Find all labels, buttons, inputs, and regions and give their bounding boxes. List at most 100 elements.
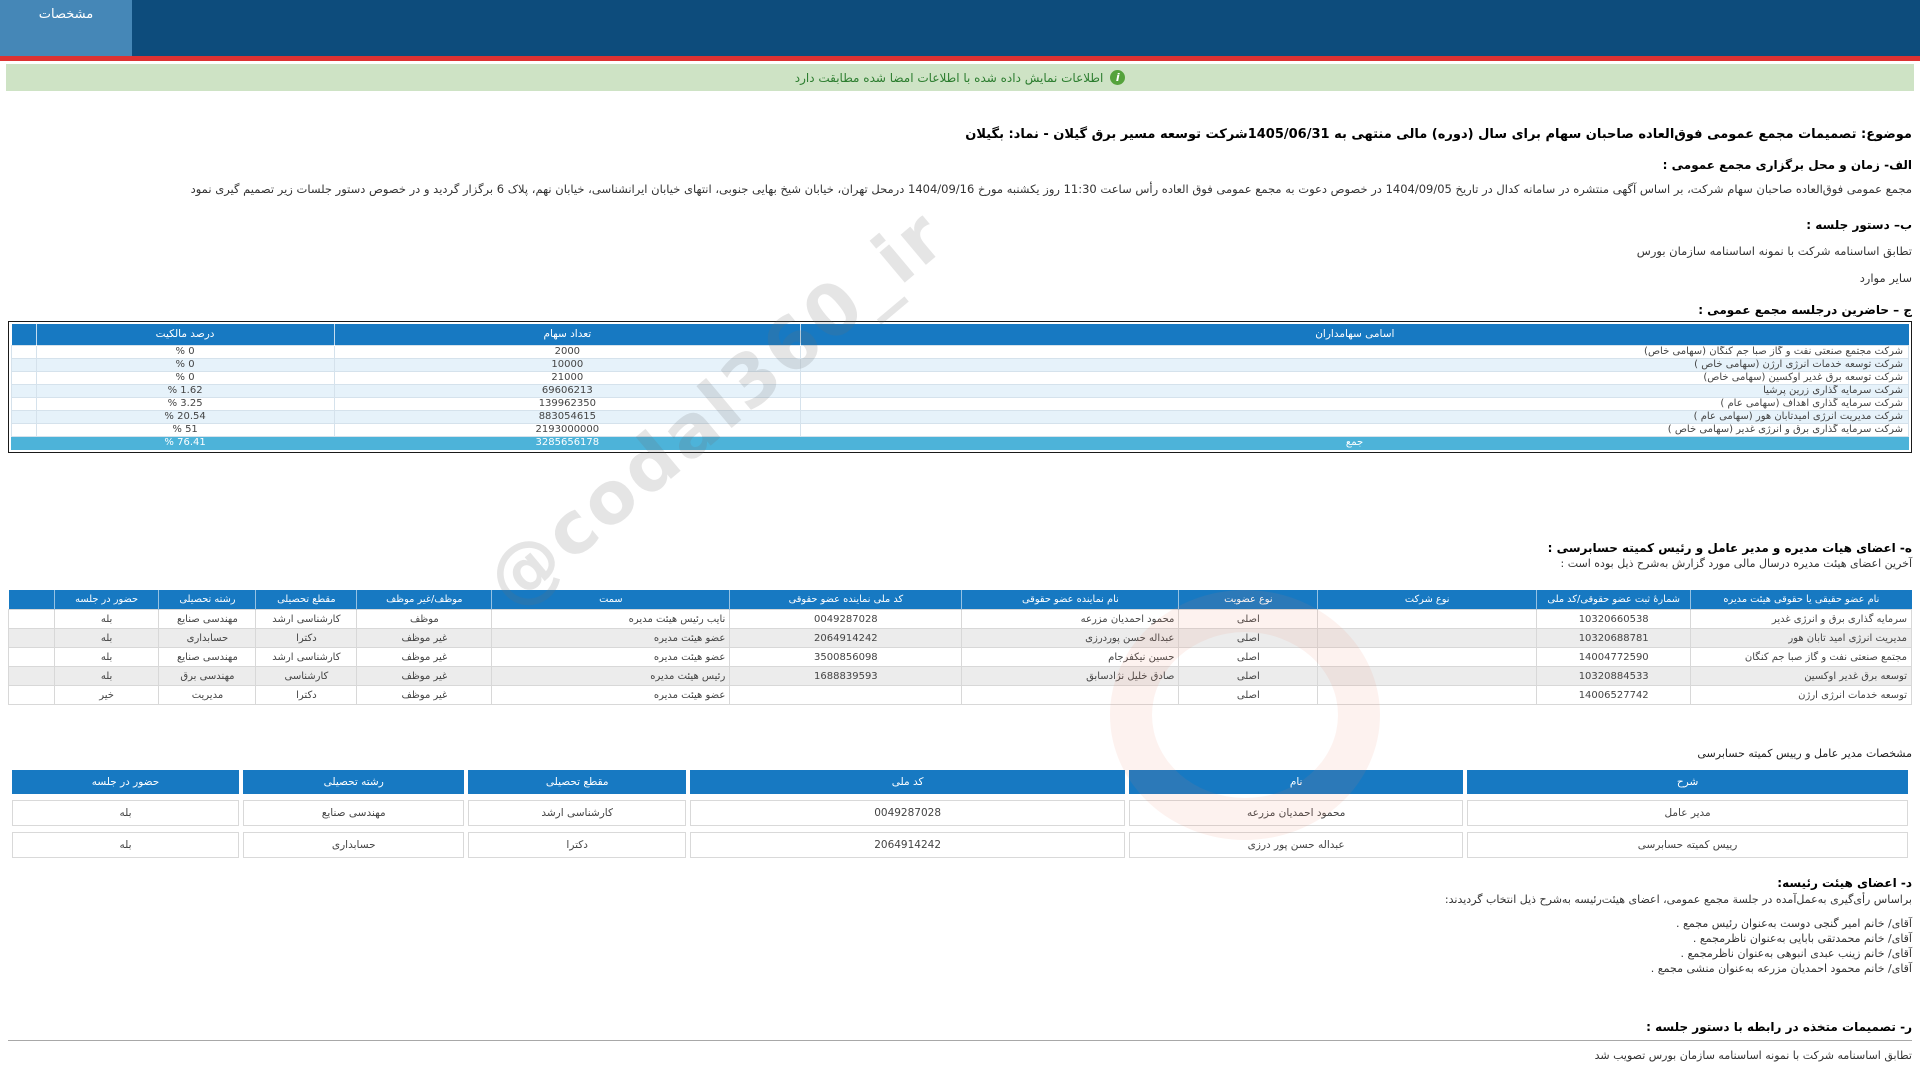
info-icon: i [1110,70,1126,85]
col-name: نام [1129,770,1464,794]
board-members-table: نام عضو حقیقی یا حقوقی هیئت مدیره شمارهٔ… [8,589,1912,705]
table-cell [1317,647,1538,667]
signature-match-banner: i اطلاعات نمایش داده شده با اطلاعات امضا… [6,64,1914,91]
section-d-subtitle: براساس رأی‌گیری به‌عمل‌آمده در جلسة مجمع… [1444,893,1912,906]
table-cell: صادق خلیل نژادسابق [961,666,1180,686]
agenda-item: سایر موارد [1859,271,1912,285]
table-cell: اصلی [1178,647,1319,667]
table-cell: شرکت سرمایه گذاری زرین پرشیا [800,383,1909,398]
table-cell [11,435,37,450]
table-cell: 10320688781 [1536,628,1692,648]
col-share-count: تعداد سهام [333,324,801,345]
table-cell: مدیریت [158,685,257,705]
table-cell: 883054615 [333,409,802,424]
table-cell: بله [53,628,160,648]
table-cell: 2000 [333,344,802,359]
table-cell: عضو هیئت مدیره [491,685,731,705]
table-cell: حسین نیکفرجام [961,647,1180,667]
table-cell: کارشناسی [255,666,358,686]
table-row: شرکت سرمایه گذاری برق و انرژی غدیر (سهام… [11,422,1909,437]
table-cell: مدیریت انرژی امید تابان هور [1690,628,1912,648]
agenda-item: تطابق اساسنامه شرکت با نمونه اساسنامه سا… [1636,244,1912,258]
managers-table-header: شرح نام کد ملی مقطع تحصیلی رشته تحصیلی ح… [12,770,1908,794]
board-table-header: نام عضو حقیقی یا حقوقی هیئت مدیره شمارهٔ… [8,589,1912,610]
table-cell: بله [53,609,160,629]
section-c-title: ج – حاضرین درجلسه مجمع عمومی : [1698,303,1912,317]
table-cell: 0049287028 [690,800,1126,826]
table-cell: مهندسی صنایع [158,647,257,667]
table-cell: اصلی [1178,666,1319,686]
table-cell: توسعه خدمات انرژی ارژن [1690,685,1912,705]
tab-specifications[interactable]: مشخصات [0,0,132,56]
table-cell [11,370,37,385]
table-cell: موظف [356,609,493,629]
table-cell: عضو هیئت مدیره [491,647,731,667]
table-cell: اصلی [1178,628,1319,648]
table-cell [1317,685,1538,705]
col-description: شرح [1467,770,1908,794]
table-cell: دکترا [255,628,358,648]
table-cell: سرمایه گذاری برق و انرژی غدیر [1690,609,1912,629]
table-cell: اصلی [1178,609,1319,629]
table-cell [1317,609,1538,629]
signature-match-text: اطلاعات نمایش داده شده با اطلاعات امضا ش… [794,70,1104,85]
table-cell: دکترا [255,685,358,705]
table-cell: 51 % [35,422,335,437]
table-cell: اصلی [1178,685,1319,705]
table-cell [11,409,37,424]
table-cell: 2193000000 [333,422,802,437]
managers-table: شرح نام کد ملی مقطع تحصیلی رشته تحصیلی ح… [8,764,1912,864]
section-e-title: ه- اعضای هیات مدیره و مدیر عامل و رئیس ک… [1547,540,1912,555]
section-r-body: تطابق اساسنامه شرکت با نمونه اساسنامه سا… [1594,1049,1912,1062]
col-education-field: رشته تحصیلی [243,770,465,794]
table-row: شرکت سرمایه گذاری زرین پرشیا 69606213 1.62… [11,383,1909,398]
presidium-member: آقای/ خانم امیر گنجی دوست به‌عنوان رئیس … [1676,917,1912,930]
col-education-field: رشته تحصیلی [158,589,256,610]
table-cell: عبداله حسن پوردرزی [961,628,1180,648]
presidium-member: آقای/ خانم محمود احمدیان مزرعه به‌عنوان … [1650,962,1912,975]
section-a-body: مجمع عمومی فوق‌العاده صاحبان سهام شرکت، … [190,182,1912,196]
table-row: شرکت سرمایه گذاری اهداف (سهامی عام ) 1399… [11,396,1909,411]
table-cell: غیر موظف [356,647,493,667]
table-cell: 14006527742 [1536,685,1692,705]
table-cell: کارشناسی ارشد [255,609,358,629]
col-shareholder-names: اسامی سهامداران [800,324,1909,345]
table-cell: 3285656178 [333,435,802,450]
table-cell [8,685,55,705]
table-cell: عبداله حسن پور درزی [1129,832,1464,858]
table-cell: مهندسی صنایع [158,609,257,629]
table-cell: کارشناسی ارشد [255,647,358,667]
table-cell [11,344,37,359]
table-row: شرکت توسعه برق غدیر اوکسین (سهامی خاص) 21… [11,370,1909,385]
red-divider [0,56,1920,61]
table-cell: 3.25 % [35,396,335,411]
table-cell [1317,666,1538,686]
section-b-title: ب– دستور جلسه : [1806,218,1912,232]
bottom-divider [8,1040,1912,1041]
shareholders-table-header: اسامی سهامداران تعداد سهام درصد مالکیت [11,324,1909,345]
table-cell [11,383,37,398]
col-education-level: مقطع تحصیلی [468,770,686,794]
table-cell: 0 % [35,344,335,359]
col-representative-name: نام نماینده عضو حقوقی [961,589,1179,610]
table-cell: کارشناسی ارشد [468,800,686,826]
presidium-member: آقای/ خانم زینب عبدی انبوهی به‌عنوان ناظ… [1680,947,1912,960]
col-empty [8,589,55,610]
table-cell: مهندسی صنایع [243,800,465,826]
managers-table-body: مدیر عامل محمود احمدیان مزرعه 0049287028 کا… [12,800,1908,858]
col-executive-status: موظف/غیر موظف [356,589,492,610]
table-cell: شرکت سرمایه گذاری برق و انرژی غدیر (سهام… [800,422,1909,437]
table-cell: محمود احمدیان مزرعه [1129,800,1464,826]
table-cell: 1688839593 [729,666,963,686]
table-cell: خیر [53,685,160,705]
table-cell: 10320884533 [1536,666,1692,686]
table-cell: غیر موظف [356,628,493,648]
table-cell: مدیر عامل [1467,800,1908,826]
col-ownership-percent: درصد مالکیت [35,324,334,345]
col-registration-id: شمارهٔ ثبت عضو حقوقی/کد ملی [1536,589,1691,610]
table-cell: رییس کمیته حسابرسی [1467,832,1908,858]
table-cell [8,609,55,629]
table-cell: جمع [800,435,1909,450]
table-cell: بله [53,647,160,667]
table-cell: شرکت سرمایه گذاری اهداف (سهامی عام ) [800,396,1909,411]
